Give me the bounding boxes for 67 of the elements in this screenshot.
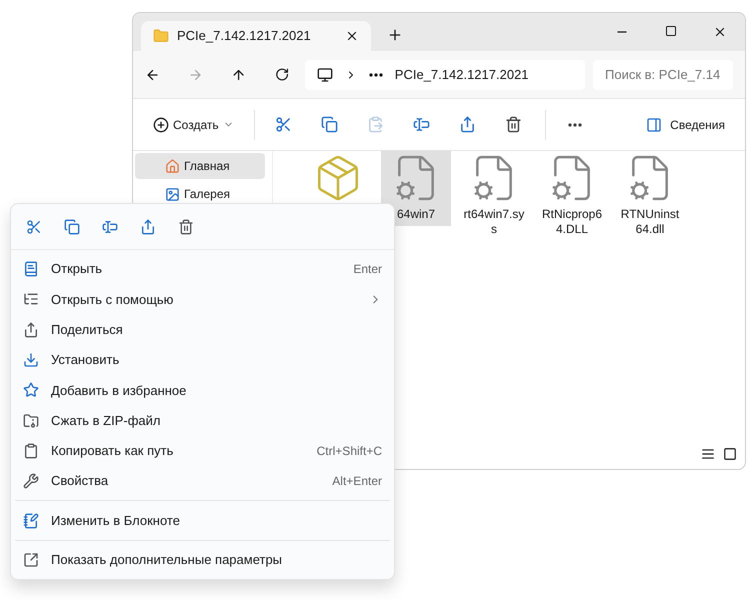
- rename-icon: [102, 218, 118, 234]
- cut-icon: [275, 116, 292, 133]
- trash-icon: [178, 218, 194, 234]
- share-icon: [140, 218, 156, 234]
- menu-item[interactable]: Сжать в ZIP-файл: [11, 405, 394, 436]
- cut-button[interactable]: [25, 218, 43, 236]
- share-icon: [459, 116, 476, 133]
- file-item[interactable]: 64win7: [381, 151, 451, 226]
- rename-icon: [413, 116, 430, 133]
- picture-icon: [165, 186, 180, 202]
- sidebar-item[interactable]: Главная: [135, 153, 265, 179]
- copy-button[interactable]: [63, 218, 81, 236]
- copy-path-icon: [23, 442, 39, 459]
- file-name: rt64win7.sys: [463, 207, 525, 237]
- trash-button[interactable]: [177, 218, 195, 236]
- copy-icon: [321, 116, 338, 133]
- menu-item[interactable]: Изменить в Блокноте: [15, 505, 390, 536]
- file-name: RtNicprop64.DLL: [541, 207, 603, 237]
- panel-icon: [646, 116, 662, 132]
- sidebar-item[interactable]: Галерея: [135, 181, 265, 207]
- file-name: RTNUninst64.dll: [620, 207, 680, 237]
- wrench-icon: [23, 473, 39, 490]
- plus-icon: [153, 116, 169, 132]
- maximize-icon[interactable]: [665, 25, 677, 37]
- tab-title: PCIe_7.142.1217.2021: [177, 27, 312, 46]
- cut-icon: [26, 218, 42, 234]
- expand-icon: [23, 552, 39, 568]
- menu-item[interactable]: Открыть Enter: [11, 254, 394, 284]
- menu-item[interactable]: Копировать как путь Ctrl+Shift+C: [11, 436, 394, 466]
- menu-item[interactable]: Показать дополнительные параметры: [15, 544, 390, 575]
- menu-item[interactable]: Открыть с помощью: [11, 284, 394, 315]
- share-icon: [23, 322, 39, 338]
- refresh-icon[interactable]: [274, 67, 289, 82]
- file-item[interactable]: RTNUninst64.dll: [615, 151, 685, 241]
- details-view-icon[interactable]: [701, 447, 715, 461]
- file-item[interactable]: rt64win7.sys: [459, 151, 529, 241]
- zip-folder-icon: [23, 412, 39, 429]
- close-tab-icon[interactable]: [345, 29, 359, 43]
- file-item[interactable]: RtNicprop64.DLL: [537, 151, 607, 241]
- more-icon: [568, 122, 582, 126]
- list-icon: [23, 291, 39, 308]
- menu-item[interactable]: Свойства Alt+Enter: [11, 466, 394, 496]
- search-field[interactable]: Поиск в: PCIe_7.14: [593, 60, 734, 90]
- close-icon[interactable]: [713, 25, 727, 39]
- star-icon: [23, 382, 39, 398]
- trash-icon: [505, 116, 522, 133]
- more-icon: [368, 72, 383, 76]
- folder-icon: [153, 28, 169, 44]
- tiles-view-icon[interactable]: [723, 447, 737, 461]
- address-field[interactable]: PCIe_7.142.1217.2021: [304, 60, 586, 90]
- folder-tab[interactable]: PCIe_7.142.1217.2021: [141, 21, 371, 51]
- paste-icon: [367, 116, 384, 133]
- file-name: 64win7: [396, 207, 436, 222]
- menu-item[interactable]: Добавить в избранное: [11, 375, 394, 406]
- new-tab-icon[interactable]: [387, 27, 403, 43]
- menu-item[interactable]: Установить: [11, 344, 394, 376]
- path-text: PCIe_7.142.1217.2021: [394, 66, 529, 84]
- computer-icon: [316, 66, 333, 82]
- create-button[interactable]: Создать: [153, 116, 234, 134]
- copy-icon: [64, 218, 80, 234]
- notepad-icon: [23, 512, 39, 529]
- menu-item[interactable]: Поделиться: [11, 314, 394, 345]
- notebook-icon: [23, 261, 39, 278]
- home-icon: [165, 158, 180, 174]
- download-icon: [23, 352, 39, 368]
- details-button[interactable]: Сведения: [646, 116, 725, 134]
- share-button[interactable]: [139, 218, 157, 236]
